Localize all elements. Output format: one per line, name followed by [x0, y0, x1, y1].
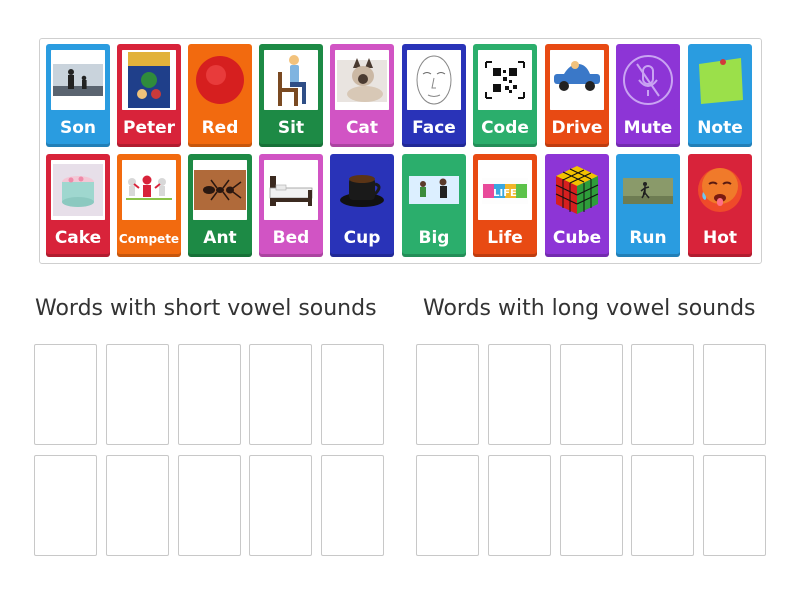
card-run[interactable]: Run — [616, 154, 680, 257]
card-mute[interactable]: Mute — [616, 44, 680, 147]
card-son[interactable]: Son — [46, 44, 110, 147]
card-label: Ant — [203, 228, 237, 248]
card-label: Note — [697, 118, 743, 138]
drop-slot-short[interactable] — [34, 344, 97, 445]
drop-slot-long[interactable] — [560, 344, 623, 445]
card-label: Face — [412, 118, 456, 138]
card-sit[interactable]: Sit — [259, 44, 323, 147]
card-label: Hot — [702, 228, 738, 248]
coffee-cup-photo-icon — [335, 160, 389, 220]
drop-slot-short[interactable] — [321, 344, 384, 445]
card-label: Big — [418, 228, 450, 248]
qr-code-icon — [478, 50, 532, 110]
card-cat[interactable]: Cat — [330, 44, 394, 147]
drop-slot-short[interactable] — [34, 455, 97, 556]
cake-photo-icon — [51, 160, 105, 220]
group-title-short-vowels: Words with short vowel sounds — [35, 296, 377, 321]
card-compete[interactable]: Compete — [117, 154, 181, 257]
card-face[interactable]: Face — [402, 44, 466, 147]
card-peter[interactable]: Peter — [117, 44, 181, 147]
hot-face-emoji-icon — [693, 160, 747, 220]
race-figures-icon — [122, 160, 176, 220]
drop-slot-long[interactable] — [488, 455, 551, 556]
card-life[interactable]: LIFE Life — [473, 154, 537, 257]
big-small-people-icon — [407, 160, 461, 220]
card-label: Bed — [272, 228, 310, 248]
ant-photo-icon — [193, 160, 247, 220]
card-label: Life — [487, 228, 523, 248]
bed-photo-icon — [264, 160, 318, 220]
drop-slot-long[interactable] — [560, 455, 623, 556]
card-cube[interactable]: Cube — [545, 154, 609, 257]
drop-slot-short[interactable] — [106, 455, 169, 556]
card-label: Mute — [623, 118, 673, 138]
card-red[interactable]: Red — [188, 44, 252, 147]
card-label: Cake — [54, 228, 102, 248]
drop-slot-short[interactable] — [321, 455, 384, 556]
peter-pan-poster-icon — [122, 50, 176, 110]
drop-slot-short[interactable] — [249, 455, 312, 556]
card-big[interactable]: Big — [402, 154, 466, 257]
life-logo-text: LIFE — [493, 188, 517, 199]
card-label: Peter — [122, 118, 176, 138]
drop-slot-long[interactable] — [703, 344, 766, 445]
siamese-cat-photo-icon — [335, 50, 389, 110]
card-drive[interactable]: Drive — [545, 44, 609, 147]
drop-slot-long[interactable] — [631, 455, 694, 556]
card-label: Son — [59, 118, 97, 138]
card-label: Compete — [118, 232, 180, 246]
game-of-life-logo-icon: LIFE — [478, 160, 532, 220]
card-note[interactable]: Note — [688, 44, 752, 147]
card-label: Red — [201, 118, 239, 138]
face-sketch-icon — [407, 50, 461, 110]
card-label: Drive — [551, 118, 603, 138]
sticky-note-icon — [693, 50, 747, 110]
card-ant[interactable]: Ant — [188, 154, 252, 257]
card-hot[interactable]: Hot — [688, 154, 752, 257]
card-label: Sit — [277, 118, 305, 138]
drop-slot-long[interactable] — [416, 455, 479, 556]
rubiks-cube-icon — [550, 160, 604, 220]
sitting-man-icon — [264, 50, 318, 110]
running-photo-icon — [621, 160, 675, 220]
card-label: Cup — [343, 228, 381, 248]
card-code[interactable]: Code — [473, 44, 537, 147]
card-label: Code — [481, 118, 529, 138]
cartoon-car-icon — [550, 50, 604, 110]
family-silhouette-photo-icon — [51, 50, 105, 110]
drop-slot-short[interactable] — [178, 344, 241, 445]
card-cup[interactable]: Cup — [330, 154, 394, 257]
drop-slot-short[interactable] — [178, 455, 241, 556]
card-tray: Son Peter Red Sit Cat Face Code Drive Mu… — [39, 38, 762, 264]
card-cake[interactable]: Cake — [46, 154, 110, 257]
drop-slot-short[interactable] — [106, 344, 169, 445]
drop-slot-long[interactable] — [631, 344, 694, 445]
card-bed[interactable]: Bed — [259, 154, 323, 257]
card-label: Run — [629, 228, 667, 248]
group-title-long-vowels: Words with long vowel sounds — [423, 296, 756, 321]
mute-microphone-icon — [621, 50, 675, 110]
red-circle-icon — [193, 50, 247, 110]
drop-slot-long[interactable] — [416, 344, 479, 445]
card-label: Cat — [345, 118, 379, 138]
card-label: Cube — [552, 228, 602, 248]
drop-slot-short[interactable] — [249, 344, 312, 445]
drop-slot-long[interactable] — [703, 455, 766, 556]
drop-slot-long[interactable] — [488, 344, 551, 445]
